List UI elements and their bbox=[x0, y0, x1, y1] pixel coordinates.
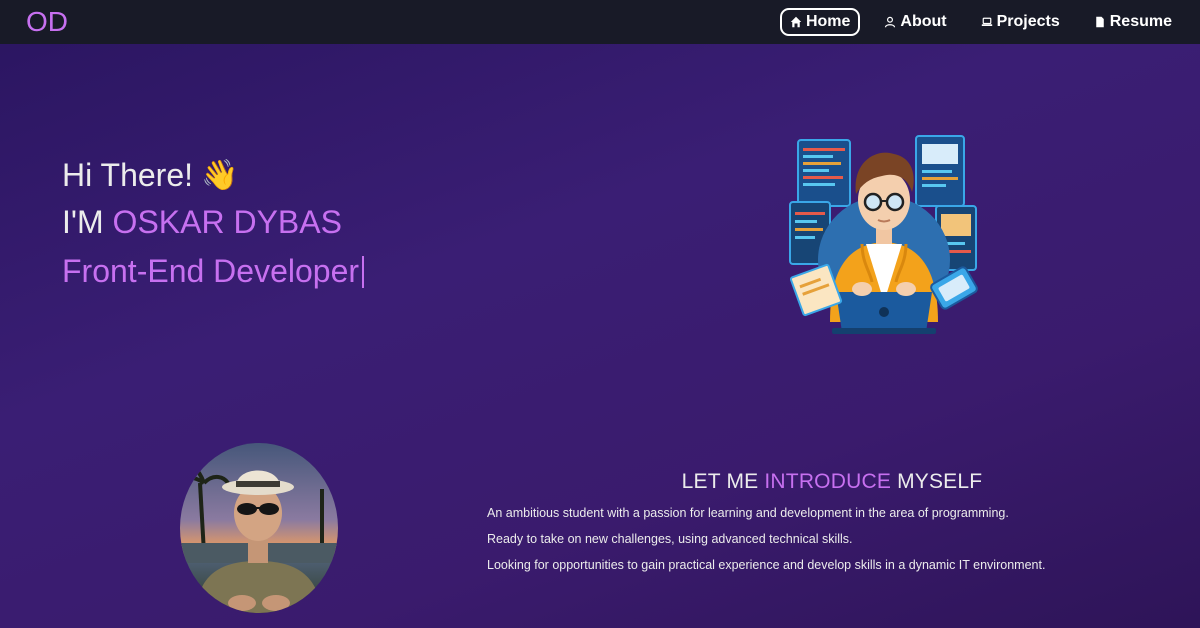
about-title-accent: INTRODUCE bbox=[764, 470, 892, 493]
nav-resume-label: Resume bbox=[1109, 13, 1172, 30]
nav-menu: Home About Projects Resume bbox=[766, 7, 1182, 37]
nav-about-link[interactable]: About bbox=[874, 7, 956, 37]
greeting-text: Hi There! bbox=[62, 157, 194, 193]
profile-avatar bbox=[180, 443, 338, 613]
about-title-part2: MYSELF bbox=[897, 470, 983, 493]
laptop-icon bbox=[981, 17, 992, 27]
logo[interactable]: OD bbox=[26, 0, 68, 44]
typing-cursor bbox=[362, 255, 365, 288]
code-screen-right bbox=[915, 135, 965, 207]
nav-home-label: Home bbox=[805, 13, 851, 30]
hero-role-line: Front-End Developer bbox=[62, 253, 365, 290]
about-title: LET ME INTRODUCE MYSELF bbox=[487, 470, 1177, 494]
home-icon bbox=[790, 16, 802, 28]
hero-name: OSKAR DYBAS bbox=[112, 204, 342, 241]
user-icon bbox=[885, 16, 896, 28]
navbar: OD Home About Projects Resume bbox=[0, 0, 1200, 44]
developer-illustration bbox=[789, 135, 978, 334]
about-paragraph-3: Looking for opportunities to gain practi… bbox=[487, 558, 1046, 572]
nav-home-link[interactable]: Home bbox=[779, 8, 861, 36]
document-icon bbox=[1096, 16, 1104, 28]
nav-projects-link[interactable]: Projects bbox=[971, 7, 1070, 37]
hero-text: Hi There! 👋 I'M OSKAR DYBAS Front-End De… bbox=[62, 157, 365, 290]
about-paragraph-2: Ready to take on new challenges, using a… bbox=[487, 532, 853, 546]
hero-role: Front-End Developer bbox=[62, 253, 360, 290]
wave-icon: 👋 bbox=[201, 158, 239, 192]
about-paragraph-1: An ambitious student with a passion for … bbox=[487, 506, 1009, 520]
nav-resume-link[interactable]: Resume bbox=[1084, 7, 1182, 37]
hero-name-line: I'M OSKAR DYBAS bbox=[62, 205, 364, 240]
about-section: LET ME INTRODUCE MYSELF An ambitious stu… bbox=[487, 470, 1177, 572]
hero-greeting: Hi There! 👋 bbox=[62, 157, 364, 193]
nav-projects-label: Projects bbox=[996, 13, 1060, 30]
about-title-part1: LET ME bbox=[681, 470, 759, 493]
im-prefix: I'M bbox=[62, 204, 104, 241]
nav-about-label: About bbox=[900, 13, 947, 30]
code-screen-left bbox=[797, 139, 851, 207]
